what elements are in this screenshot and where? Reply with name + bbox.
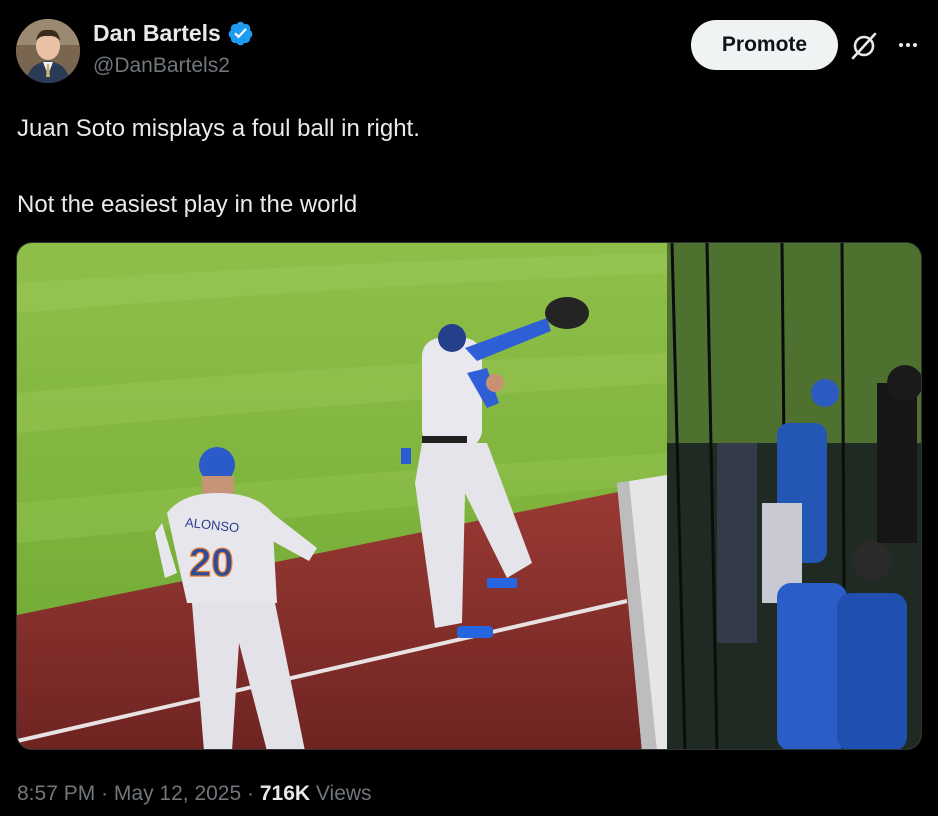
tweet-header: Dan Bartels @DanBartels2 Promote xyxy=(0,0,938,90)
views-label: Views xyxy=(315,782,372,805)
author-name[interactable]: Dan Bartels xyxy=(93,20,221,47)
promote-button[interactable]: Promote xyxy=(691,20,838,70)
verified-badge-icon xyxy=(228,21,253,46)
tweet-time[interactable]: 8:57 PM xyxy=(17,782,95,805)
dot xyxy=(899,43,903,47)
tweet-video[interactable]: ALONSO 20 xyxy=(16,242,922,750)
meta-separator: · xyxy=(101,782,109,805)
tweet-line-1: Juan Soto misplays a foul ball in right. xyxy=(17,115,420,142)
more-dots-icon[interactable] xyxy=(893,30,923,60)
grok-slash-icon[interactable] xyxy=(849,31,879,61)
views-count[interactable]: 716K xyxy=(260,782,310,805)
tweet-meta: 8:57 PM · May 12, 2025 · 716K Views xyxy=(17,782,372,806)
meta-separator: · xyxy=(247,782,255,805)
tweet-date[interactable]: May 12, 2025 xyxy=(114,782,241,805)
tweet-line-2: Not the easiest play in the world xyxy=(17,191,358,218)
author-name-row: Dan Bartels xyxy=(93,20,254,47)
author-handle[interactable]: @DanBartels2 xyxy=(93,54,230,78)
avatar[interactable] xyxy=(16,19,80,83)
tweet-text: Juan Soto misplays a foul ball in right.… xyxy=(17,110,420,224)
dot xyxy=(913,43,917,47)
jersey-number: 20 xyxy=(189,541,234,585)
dot xyxy=(906,43,910,47)
